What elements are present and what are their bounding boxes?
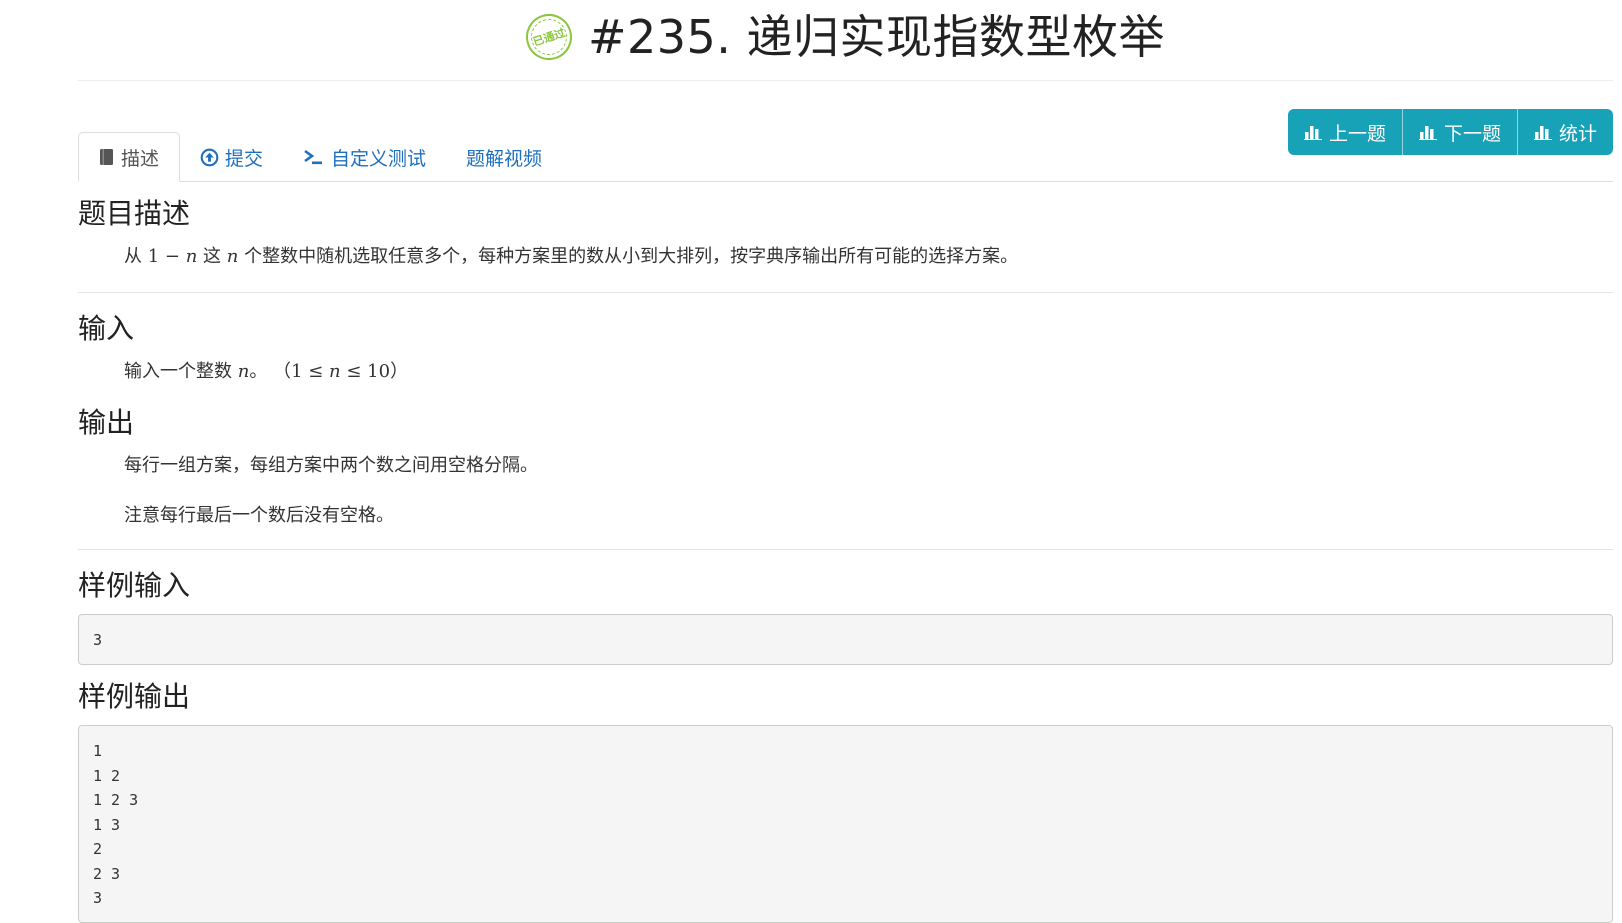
accepted-stamp: 已通过	[519, 8, 578, 66]
description-middle: 这	[197, 246, 227, 267]
description-prefix: 从	[124, 246, 148, 267]
tab-description-label: 描述	[121, 147, 160, 170]
problem-nav-buttons: 上一题 下一题 统计	[1287, 109, 1613, 155]
input-heading: 输入	[78, 312, 135, 345]
description-suffix: 个整数中随机选取任意多个，每种方案里的数从小到大排列，按字典序输出所有可能的选择…	[238, 246, 1019, 267]
output-line-2: 注意每行最后一个数后没有空格。	[124, 505, 394, 526]
title-row: 已通过 #235. 递归实现指数型枚举	[78, 0, 1613, 81]
tab-custom-test[interactable]: 自定义测试	[283, 132, 446, 182]
description-math-range: 1 − n	[148, 246, 198, 267]
statistics-label: 统计	[1558, 122, 1597, 145]
description-math-n: n	[185, 246, 198, 267]
stamp-text: 已通过	[531, 26, 567, 49]
tab-custom-test-label: 自定义测试	[331, 147, 427, 170]
output-heading: 输出	[78, 406, 135, 439]
page-title: #235. 递归实现指数型枚举	[587, 10, 1166, 64]
prev-problem-button[interactable]: 上一题	[1287, 109, 1403, 155]
input-middle: 。 （	[249, 361, 292, 382]
tab-submit-label: 提交	[225, 147, 264, 170]
prev-problem-label: 上一题	[1328, 122, 1386, 145]
sample-output-box: 1 1 2 1 2 3 1 3 2 2 3 3	[78, 725, 1613, 923]
statistics-button[interactable]: 统计	[1517, 109, 1613, 155]
bar-chart-icon	[1418, 124, 1437, 140]
bar-chart-icon	[1303, 124, 1322, 140]
section-divider	[78, 292, 1613, 293]
input-math-range: 1 ≤ n ≤ 10	[291, 361, 390, 382]
input-suffix: ）	[390, 361, 409, 382]
bar-chart-icon	[1533, 124, 1552, 140]
section-divider	[78, 549, 1613, 550]
output-line-1: 每行一组方案，每组方案中两个数之间用空格分隔。	[124, 455, 538, 476]
sample-input-box: 3	[78, 614, 1613, 665]
input-math-n: n	[238, 361, 250, 382]
description-text: 从 1 − n 这 n 个整数中随机选取任意多个，每种方案里的数从小到大排列，按…	[78, 242, 1613, 268]
sample-input-heading: 样例输入	[78, 569, 191, 602]
next-problem-button[interactable]: 下一题	[1402, 109, 1518, 155]
next-problem-label: 下一题	[1443, 122, 1501, 145]
input-range-high: ≤ 10	[340, 361, 391, 382]
input-range-low: 1 ≤	[291, 361, 330, 382]
description-heading: 题目描述	[78, 197, 191, 230]
input-prefix: 输入一个整数	[124, 361, 238, 382]
description-math-count: n	[227, 246, 239, 267]
sample-output-heading: 样例输出	[78, 680, 191, 713]
problem-page: 已通过 #235. 递归实现指数型枚举 描述 提交 自定义测试 题解视频 上一题…	[78, 0, 1613, 923]
tab-solution-video[interactable]: 题解视频	[446, 132, 562, 182]
description-math-n2: n	[226, 246, 239, 267]
tab-description[interactable]: 描述	[78, 132, 181, 182]
description-math-one: 1 −	[147, 246, 186, 267]
terminal-icon	[303, 148, 325, 166]
tab-submit[interactable]: 提交	[180, 132, 283, 182]
input-math-n-var: n	[237, 361, 250, 382]
tab-solution-video-label: 题解视频	[466, 147, 543, 170]
input-text: 输入一个整数 n。 （1 ≤ n ≤ 10）	[78, 357, 1613, 383]
nav-row: 描述 提交 自定义测试 题解视频 上一题 下一题 统计	[78, 109, 1613, 182]
tab-bar: 描述 提交 自定义测试 题解视频	[78, 132, 562, 182]
upload-circle-icon	[200, 148, 219, 167]
book-icon	[99, 148, 115, 166]
input-range-n: n	[329, 361, 341, 382]
